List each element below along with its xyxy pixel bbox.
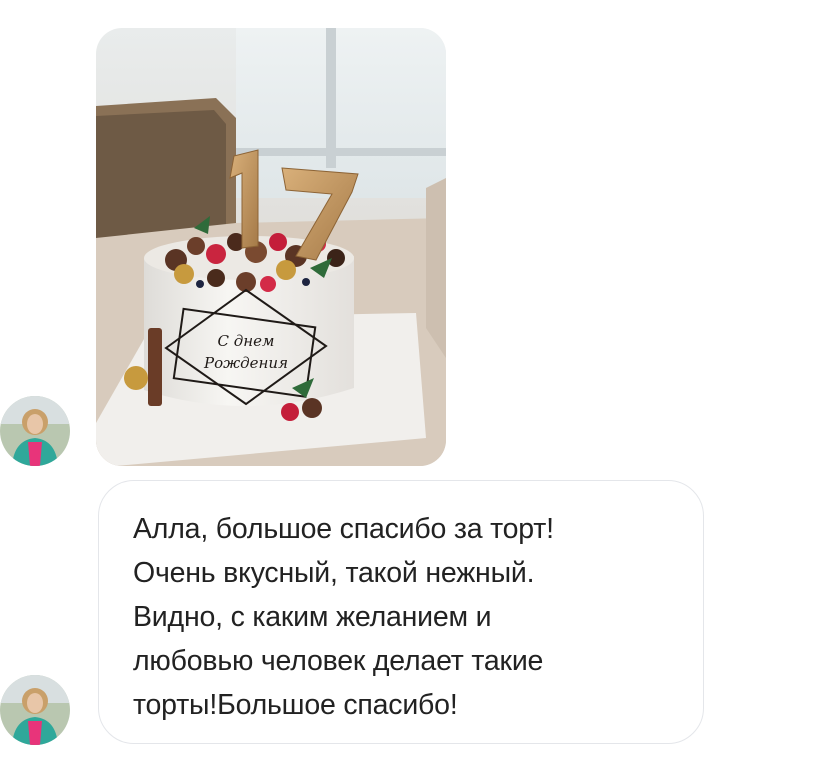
user-avatar-icon: [0, 396, 70, 466]
message-line: торты!Большое спасибо!: [133, 689, 458, 721]
user-avatar-icon: [0, 675, 70, 745]
message-text: Алла, большое спасибо за торт! Очень вку…: [133, 507, 673, 727]
message-line: Очень вкусный, такой нежный.: [133, 557, 535, 589]
message-line: Алла, большое спасибо за торт!: [133, 513, 554, 545]
cake-photo-icon: С днем Рождения: [96, 28, 446, 466]
text-message-bubble[interactable]: Алла, большое спасибо за торт! Очень вку…: [98, 480, 704, 744]
cake-topper-text-top: С днем: [218, 332, 275, 350]
chat-thread: С днем Рождения Алла, большое спасибо за…: [0, 0, 814, 768]
photo-message[interactable]: С днем Рождения: [96, 28, 446, 466]
message-line: любовью человек делает такие: [133, 645, 544, 677]
message-line: Видно, с каким желанием и: [133, 601, 492, 633]
sender-avatar[interactable]: [0, 396, 70, 466]
sender-avatar[interactable]: [0, 675, 70, 745]
cake-topper-text-bottom: Рождения: [203, 354, 288, 372]
